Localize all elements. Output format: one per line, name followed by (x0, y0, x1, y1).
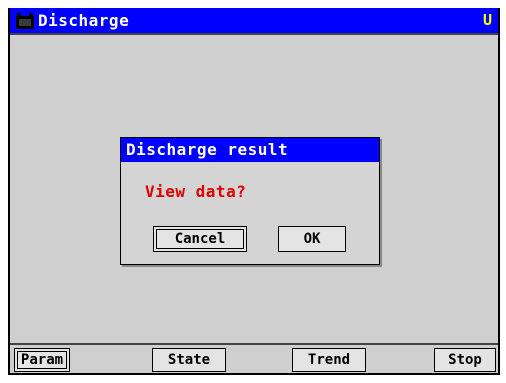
state-button[interactable]: State (152, 348, 226, 372)
dialog-title: Discharge result (121, 138, 379, 162)
cancel-button[interactable]: Cancel (153, 226, 247, 252)
bottom-toolbar: Param State Trend Stop (10, 343, 498, 373)
dialog-message: View data? (145, 182, 247, 201)
title-bar: Discharge U (10, 8, 498, 33)
ok-button[interactable]: OK (278, 226, 346, 252)
stop-button[interactable]: Stop (434, 348, 496, 372)
trend-button[interactable]: Trend (292, 348, 366, 372)
battery-icon (16, 13, 34, 29)
status-indicator: U (482, 11, 492, 29)
window-title: Discharge (38, 11, 130, 30)
discharge-result-dialog: Discharge result View data? Cancel OK (120, 137, 380, 265)
param-button[interactable]: Param (14, 348, 70, 372)
